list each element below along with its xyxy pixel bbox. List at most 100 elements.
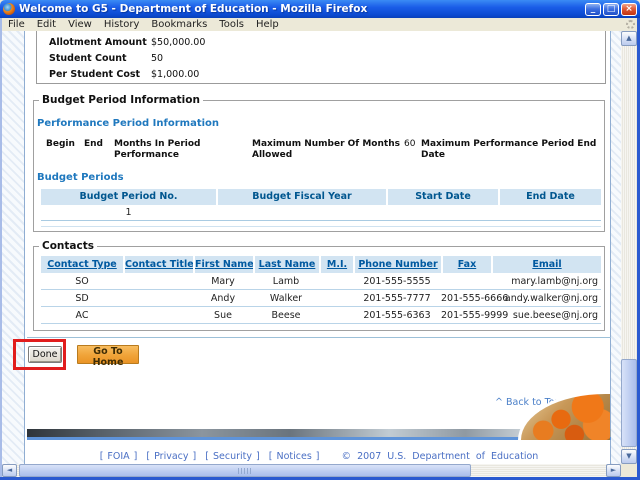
budget-table-header-row: Budget Period No. Budget Fiscal Year Sta… (41, 189, 601, 205)
window-border-left (0, 18, 2, 480)
per-student-cost-value: $1,000.00 (151, 69, 199, 85)
contact-row: SD Andy Walker 201-555-7777 201-555-6666… (41, 290, 601, 307)
notices-label: Notices (276, 451, 311, 462)
fax-cell: 201-555-9999 (441, 307, 491, 323)
student-count-label: Student Count (49, 53, 151, 69)
budget-section-legend: Budget Period Information (39, 94, 203, 106)
max-months-label: Maximum Number Of Months Allowed (252, 139, 416, 161)
menu-view[interactable]: View (62, 18, 98, 31)
bracket: [ (146, 451, 150, 462)
last-name-cell: Beese (253, 307, 319, 323)
foia-link[interactable]: [FOIA] (100, 451, 138, 462)
vertical-scroll-thumb[interactable] (621, 359, 637, 447)
menu-bookmarks[interactable]: Bookmarks (145, 18, 213, 31)
budget-fiscal-year-header: Budget Fiscal Year (216, 189, 386, 205)
horizontal-scrollbar[interactable]: ◄ ► (2, 464, 621, 477)
notices-link[interactable]: [Notices] (269, 451, 320, 462)
contact-type-cell: AC (41, 307, 123, 323)
bracket: ] (316, 451, 320, 462)
contact-title-cell (123, 307, 193, 323)
email-header[interactable]: Email (491, 256, 601, 273)
first-name-cell: Andy (193, 290, 253, 306)
privacy-link[interactable]: [Privacy] (146, 451, 196, 462)
budget-table-row: 1 (41, 205, 601, 221)
email-cell: mary.lamb@nj.org (491, 273, 601, 289)
menu-bar: File Edit View History Bookmarks Tools H… (0, 18, 640, 31)
last-name-cell: Walker (253, 290, 319, 306)
email-cell: sue.beese@nj.org (491, 307, 601, 323)
student-count-value: 50 (151, 53, 163, 69)
allotment-amount-value: $50,000.00 (151, 37, 205, 53)
throbber-icon (626, 20, 635, 29)
budget-periods-heading: Budget Periods (37, 172, 124, 183)
start-date-cell (386, 205, 498, 220)
begin-label: Begin (46, 139, 75, 150)
last-name-header[interactable]: Last Name (253, 256, 319, 273)
bracket: [ (205, 451, 209, 462)
minimize-button[interactable]: _ (585, 3, 601, 16)
bracket: [ (100, 451, 104, 462)
contacts-table: Contact Type Contact Title First Name La… (41, 256, 601, 324)
menu-tools[interactable]: Tools (213, 18, 250, 31)
scroll-down-icon[interactable]: ▼ (621, 449, 637, 464)
done-button[interactable]: Done (28, 346, 62, 363)
privacy-label: Privacy (154, 451, 188, 462)
contact-title-cell (123, 273, 193, 289)
contact-type-cell: SD (41, 290, 123, 306)
go-to-home-button[interactable]: Go To Home (77, 345, 139, 364)
budget-period-no-cell: 1 (41, 205, 216, 220)
end-date-cell (498, 205, 601, 220)
horizontal-scroll-thumb[interactable] (19, 464, 471, 477)
contact-row: SO Mary Lamb 201-555-5555 mary.lamb@nj.o… (41, 273, 601, 290)
scroll-right-icon[interactable]: ► (606, 464, 621, 477)
summary-row: Student Count 50 (49, 53, 605, 69)
budget-period-section: Budget Period Information Performance Pe… (33, 100, 605, 232)
mi-cell (319, 273, 353, 289)
contacts-section: Contacts Contact Type Contact Title Firs… (33, 246, 605, 331)
menu-file[interactable]: File (2, 18, 31, 31)
close-button[interactable]: × (621, 3, 637, 16)
per-student-cost-label: Per Student Cost (49, 69, 151, 85)
first-name-cell: Mary (193, 273, 253, 289)
maximize-button[interactable]: □ (603, 3, 619, 16)
bracket: ] (134, 451, 138, 462)
phone-number-header[interactable]: Phone Number (353, 256, 441, 273)
menu-history[interactable]: History (98, 18, 146, 31)
award-summary-box: Allotment Amount $50,000.00 Student Coun… (36, 31, 606, 84)
scroll-up-icon[interactable]: ▲ (621, 31, 637, 46)
menu-help[interactable]: Help (250, 18, 285, 31)
mi-header[interactable]: M.I. (319, 256, 353, 273)
max-end-date-label: Maximum Performance Period End Date (421, 139, 601, 161)
security-link[interactable]: [ Security] (205, 451, 259, 462)
browser-window: Welcome to G5 - Department of Education … (0, 0, 640, 480)
fax-cell: 201-555-6666 (441, 290, 491, 306)
contacts-section-legend: Contacts (39, 240, 97, 252)
foia-label: FOIA (107, 451, 129, 462)
months-in-period-label: Months In Period Performance (114, 139, 244, 161)
contact-title-header[interactable]: Contact Title (123, 256, 193, 273)
fax-cell (441, 273, 491, 289)
budget-periods-table: Budget Period No. Budget Fiscal Year Sta… (41, 189, 601, 221)
security-label: Security (213, 451, 252, 462)
summary-row: Per Student Cost $1,000.00 (49, 69, 605, 85)
scrollbar-corner (621, 464, 638, 477)
fax-header[interactable]: Fax (441, 256, 491, 273)
email-cell: andy.walker@nj.org (491, 290, 601, 306)
contact-type-header[interactable]: Contact Type (41, 256, 123, 273)
summary-row: Allotment Amount $50,000.00 (49, 37, 605, 53)
bracket: ] (256, 451, 260, 462)
table-underline (41, 226, 601, 227)
bracket: [ (269, 451, 273, 462)
scroll-left-icon[interactable]: ◄ (2, 464, 17, 477)
first-name-cell: Sue (193, 307, 253, 323)
last-name-cell: Lamb (253, 273, 319, 289)
budget-fiscal-year-cell (216, 205, 386, 220)
menu-edit[interactable]: Edit (31, 18, 62, 31)
phone-number-cell: 201-555-7777 (353, 290, 441, 306)
mi-cell (319, 290, 353, 306)
firefox-icon (3, 3, 15, 15)
budget-period-no-header: Budget Period No. (41, 189, 216, 205)
window-controls: _ □ × (585, 3, 637, 16)
first-name-header[interactable]: First Name (193, 256, 253, 273)
vertical-scrollbar[interactable]: ▲ ▼ (621, 31, 637, 464)
